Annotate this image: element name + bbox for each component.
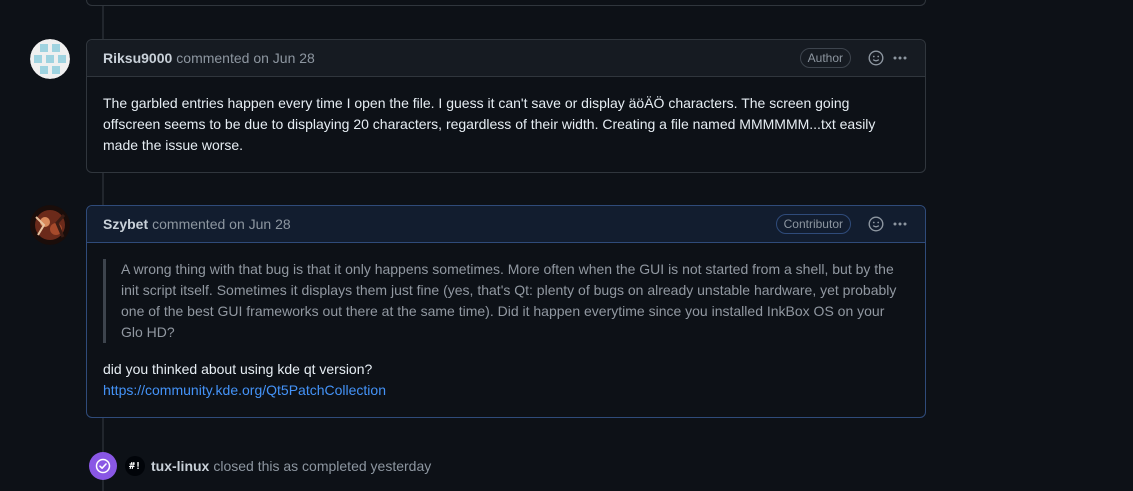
comment-timestamp[interactable]: commented on Jun 28 xyxy=(152,216,291,232)
actor-avatar[interactable]: #! xyxy=(125,456,145,476)
user-photo-avatar xyxy=(30,205,70,245)
closed-event: #! tux-linux closed this as completed ye… xyxy=(89,452,431,480)
avatar[interactable] xyxy=(30,205,70,245)
author-badge: Author xyxy=(799,48,851,68)
contributor-badge: Contributor xyxy=(775,214,851,234)
identicon-avatar xyxy=(30,39,70,79)
comment-text: The garbled entries happen every time I … xyxy=(103,95,876,153)
event-actor[interactable]: tux-linux xyxy=(151,458,209,474)
comment-author[interactable]: Szybet xyxy=(103,216,148,232)
comment-author[interactable]: Riksu9000 xyxy=(103,50,172,66)
quoted-reply: A wrong thing with that bug is that it o… xyxy=(103,259,909,343)
comment-body: A wrong thing with that bug is that it o… xyxy=(87,243,925,417)
comment-header: Riksu9000 commented on Jun 28 Author xyxy=(87,40,925,77)
comment-text: did you thinked about using kde qt versi… xyxy=(103,361,373,377)
previous-comment-box xyxy=(86,0,926,6)
kebab-menu-icon[interactable] xyxy=(891,49,909,67)
kde-patch-link[interactable]: https://community.kde.org/Qt5PatchCollec… xyxy=(103,382,386,398)
comment-szybet: Szybet commented on Jun 28 Contributor A… xyxy=(86,205,926,418)
smiley-icon[interactable] xyxy=(867,215,885,233)
comment-riksu: Riksu9000 commented on Jun 28 Author The… xyxy=(86,39,926,173)
event-text: closed this as completed yesterday xyxy=(213,458,432,474)
avatar[interactable] xyxy=(30,39,70,79)
kebab-menu-icon[interactable] xyxy=(891,215,909,233)
smiley-icon[interactable] xyxy=(867,49,885,67)
comment-body: The garbled entries happen every time I … xyxy=(87,77,925,172)
comment-timestamp[interactable]: commented on Jun 28 xyxy=(176,50,315,66)
comment-header: Szybet commented on Jun 28 Contributor xyxy=(87,206,925,243)
check-circle-icon xyxy=(89,452,117,480)
